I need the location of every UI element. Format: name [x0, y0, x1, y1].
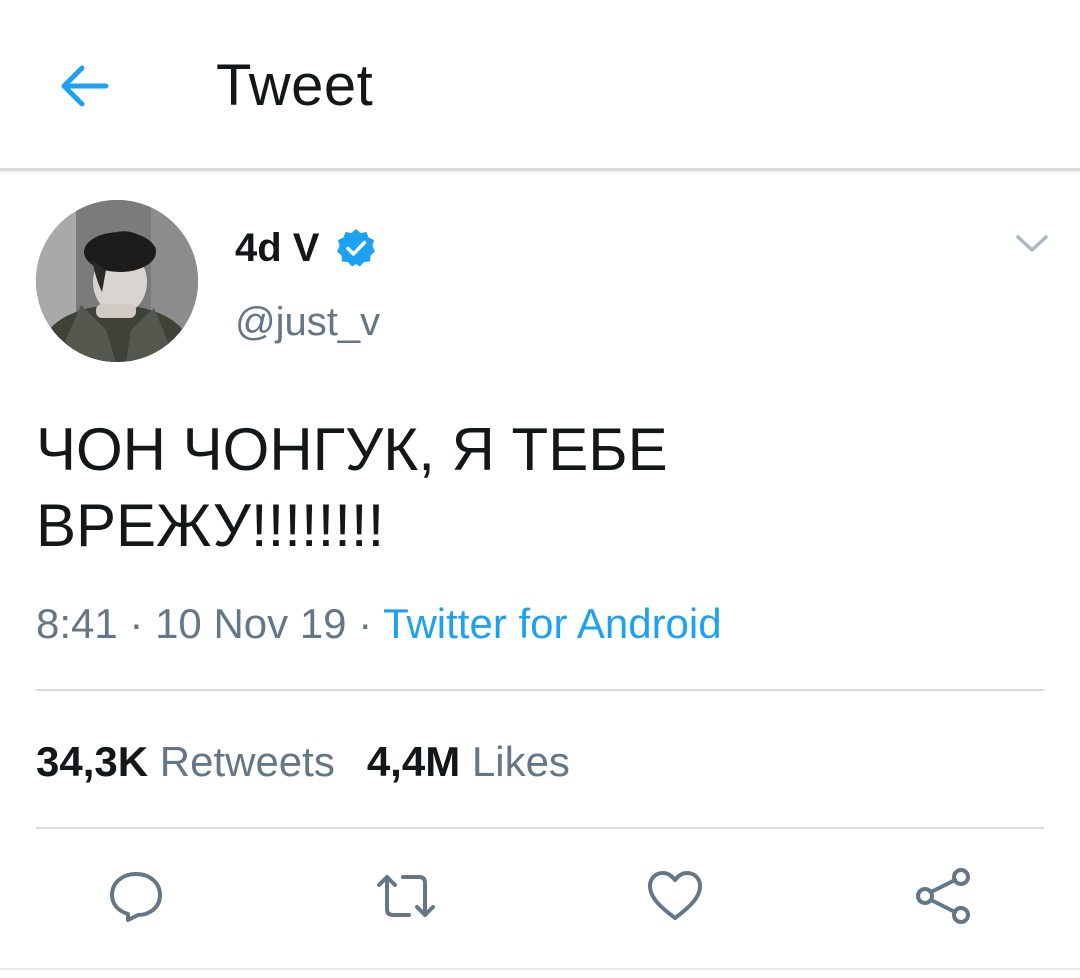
tweet-source-link[interactable]: Twitter for Android	[383, 600, 721, 647]
back-button[interactable]	[52, 54, 116, 118]
arrow-left-icon	[58, 64, 110, 108]
divider	[36, 827, 1044, 829]
avatar[interactable]	[36, 200, 198, 362]
chevron-down-icon	[1015, 233, 1049, 260]
author-display-name[interactable]: 4d V	[235, 222, 319, 274]
share-icon	[913, 865, 975, 932]
divider	[0, 968, 1080, 970]
retweet-icon	[373, 869, 439, 928]
retweets-label: Retweets	[159, 738, 335, 785]
meta-separator: ·	[117, 600, 156, 647]
tweet-stats: 34,3K Retweets 4,4M Likes	[36, 736, 570, 788]
meta-separator: ·	[346, 600, 384, 647]
page-title: Tweet	[216, 53, 374, 118]
tweet-options-button[interactable]	[1010, 228, 1054, 264]
share-button[interactable]	[908, 862, 980, 934]
reply-icon	[106, 866, 166, 931]
retweets-count: 34,3K	[36, 738, 149, 785]
verified-badge-icon	[335, 227, 377, 269]
author-handle[interactable]: @just_v	[235, 296, 380, 348]
tweet-meta: 8:41 · 10 Nov 19 · Twitter for Android	[36, 598, 722, 650]
tweet-date: 10 Nov 19	[155, 600, 347, 647]
likes-stat[interactable]: 4,4M Likes	[367, 738, 570, 785]
heart-icon	[645, 868, 705, 929]
tweet-text-line: ЧОН ЧОНГУК, Я ТЕБЕ	[36, 416, 668, 483]
divider	[36, 689, 1044, 691]
reply-button[interactable]	[100, 862, 172, 934]
retweet-button[interactable]	[370, 862, 442, 934]
tweet-time: 8:41	[36, 600, 118, 647]
retweets-stat[interactable]: 34,3K Retweets	[36, 738, 335, 785]
tweet-text: ЧОН ЧОНГУК, Я ТЕБЕ ВРЕЖУ!!!!!!!!	[36, 412, 1036, 564]
likes-count: 4,4M	[366, 738, 461, 785]
tweet-text-line: ВРЕЖУ!!!!!!!!	[36, 492, 385, 559]
tweet-actions-bar	[0, 862, 1080, 934]
author-name-row[interactable]: 4d V	[235, 222, 377, 274]
top-app-bar: Tweet	[0, 0, 1080, 171]
likes-label: Likes	[471, 738, 570, 785]
like-button[interactable]	[639, 862, 711, 934]
